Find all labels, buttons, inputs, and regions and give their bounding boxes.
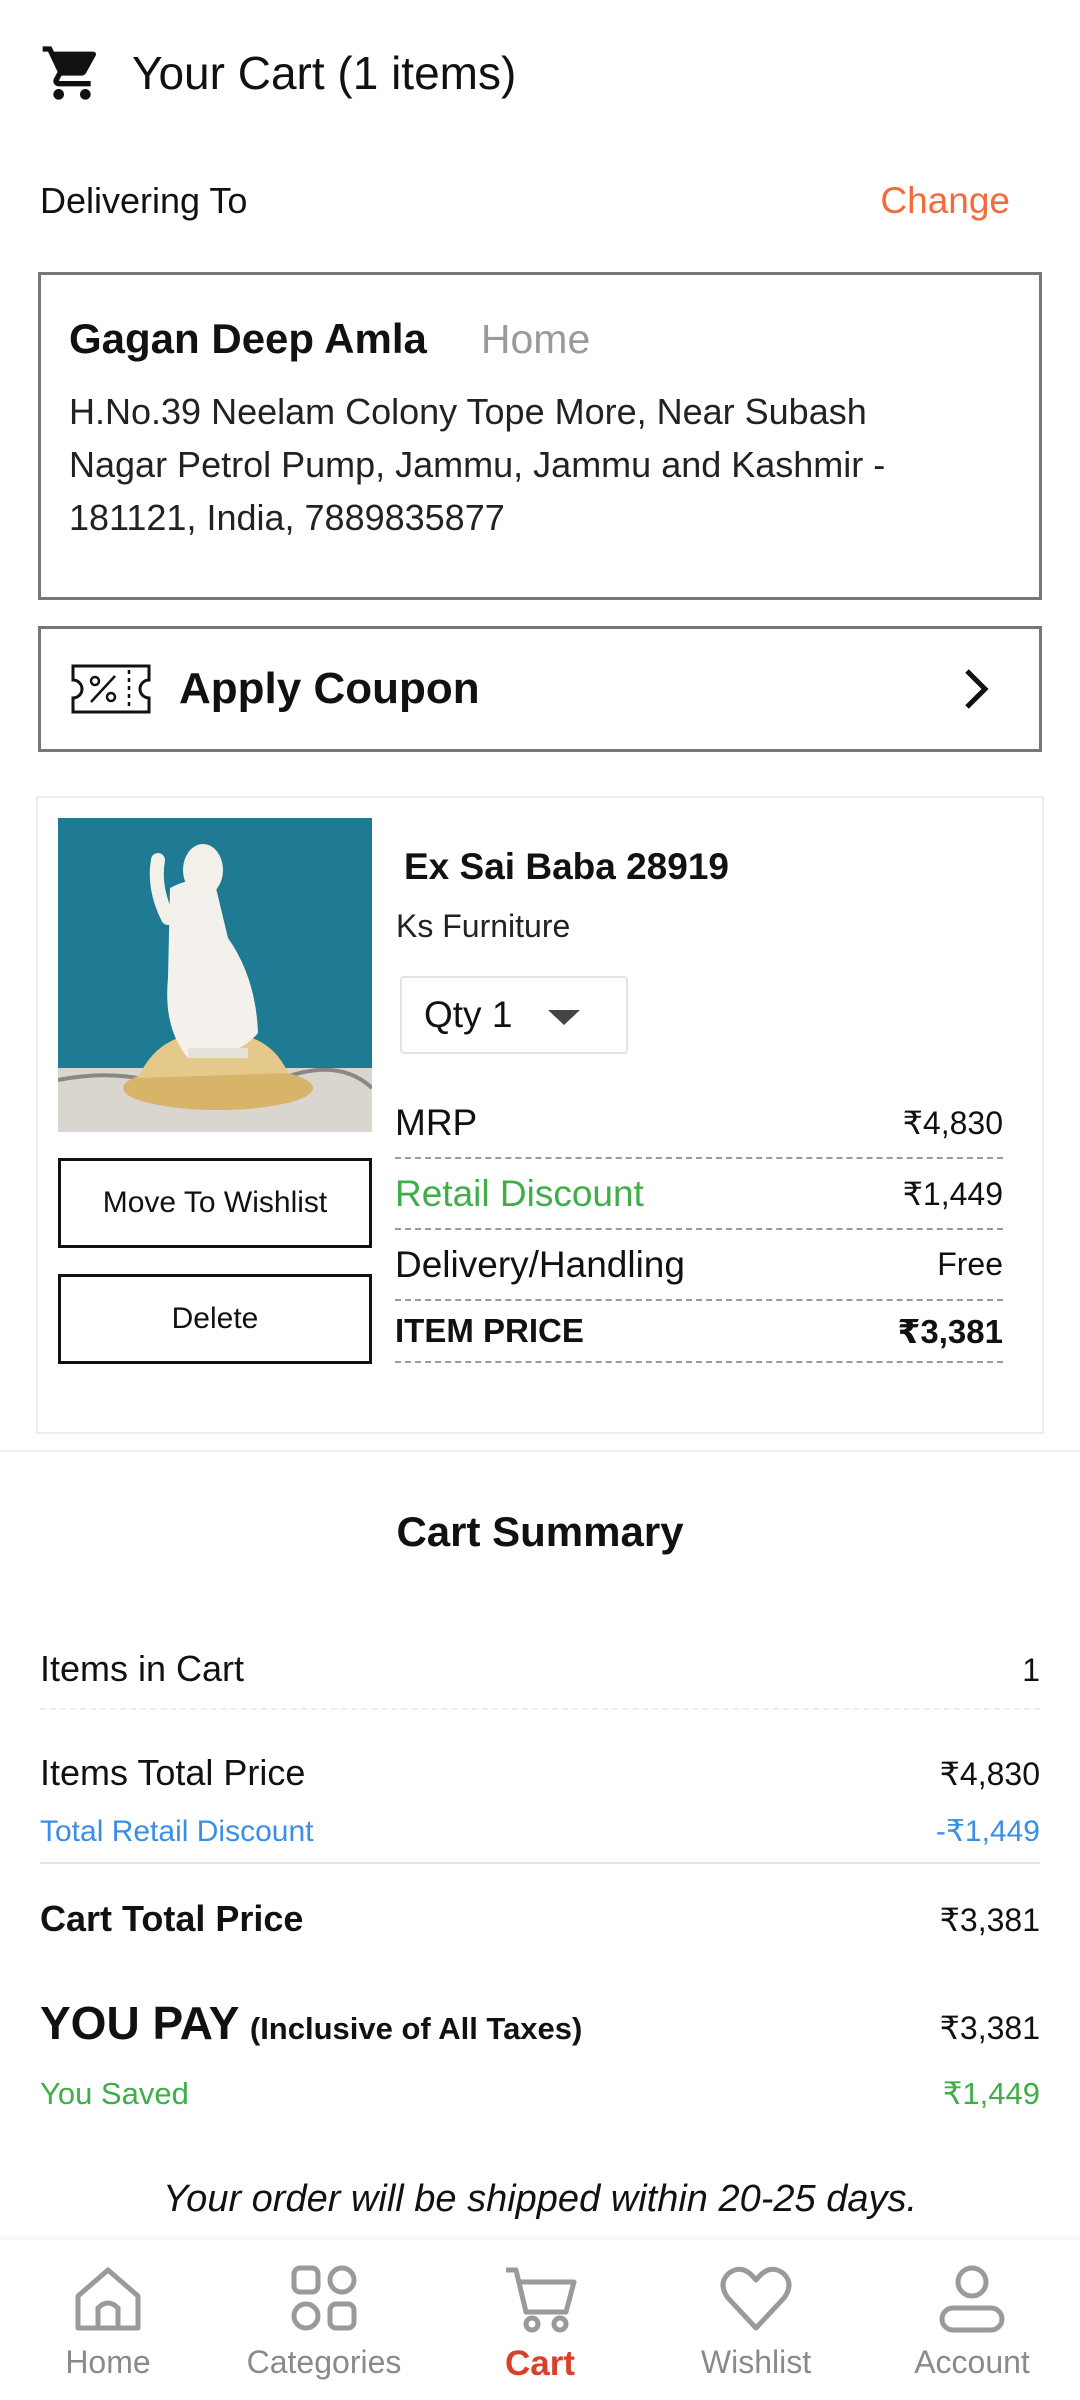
dropdown-caret-icon — [548, 1010, 580, 1025]
nav-home-label: Home — [65, 2344, 151, 2380]
item-price-breakdown: MRP ₹4,830 Retail Discount ₹1,449 Delive… — [395, 1088, 1003, 1363]
section-divider — [0, 1450, 1080, 1452]
home-icon — [75, 2267, 141, 2331]
page-title: Your Cart (1 items) — [132, 46, 517, 99]
mrp-label: MRP — [395, 1101, 478, 1143]
total-retail-discount-label: Total Retail Discount — [40, 1815, 314, 1848]
total-retail-discount-row: Total Retail Discount -₹1,449 — [40, 1814, 1040, 1849]
apply-coupon-button[interactable]: Apply Coupon — [38, 626, 1042, 752]
nav-home[interactable]: Home — [0, 2240, 216, 2400]
heart-icon — [720, 2266, 792, 2331]
item-name[interactable]: Ex Sai Baba 28919 — [404, 846, 729, 888]
delivering-to-row: Delivering To Change — [40, 180, 1010, 222]
items-in-cart-label: Items in Cart — [40, 1648, 245, 1689]
chevron-right-icon — [965, 669, 989, 709]
quantity-dropdown[interactable]: Qty 1 — [400, 976, 628, 1054]
retail-discount-row: Retail Discount ₹1,449 — [395, 1159, 1003, 1230]
cart-total-value: ₹3,381 — [939, 1902, 1040, 1938]
cart-item-card: Move To Wishlist Delete Ex Sai Baba 2891… — [36, 796, 1044, 1434]
nav-wishlist-label: Wishlist — [700, 2344, 812, 2380]
you-saved-row: You Saved ₹1,449 — [40, 2076, 1040, 2112]
you-pay-value: ₹3,381 — [939, 2010, 1040, 2046]
you-pay-label: YOU PAY — [40, 1997, 240, 2049]
you-saved-label: You Saved — [40, 2076, 189, 2111]
items-in-cart-value: 1 — [1022, 1652, 1040, 1688]
summary-divider — [40, 1708, 1040, 1710]
items-in-cart-row: Items in Cart 1 — [40, 1648, 1040, 1690]
sai-baba-statue-image — [58, 818, 372, 1132]
delivery-handling-label: Delivery/Handling — [395, 1243, 685, 1285]
you-saved-value: ₹1,449 — [942, 2076, 1040, 2111]
summary-divider — [40, 1862, 1040, 1864]
nav-categories[interactable]: Categories — [216, 2240, 432, 2400]
cart-total-row: Cart Total Price ₹3,381 — [40, 1898, 1040, 1940]
account-icon — [939, 2265, 1005, 2333]
retail-discount-label: Retail Discount — [395, 1172, 644, 1214]
coupon-icon — [71, 664, 151, 714]
bottom-navigation: Home Categories Cart Wishlist Account — [0, 2240, 1080, 2400]
nav-account[interactable]: Account — [864, 2240, 1080, 2400]
cart-icon — [42, 45, 97, 100]
nav-cart[interactable]: Cart — [432, 2240, 648, 2400]
product-image[interactable] — [58, 818, 372, 1132]
cart-summary-title: Cart Summary — [396, 1508, 684, 1555]
item-price-value: ₹3,381 — [897, 1312, 1003, 1350]
address-type-tag: Home — [480, 316, 591, 362]
item-price-row: ITEM PRICE ₹3,381 — [395, 1301, 1003, 1363]
total-retail-discount-value: -₹1,449 — [935, 1815, 1040, 1848]
mrp-row: MRP ₹4,830 — [395, 1088, 1003, 1159]
items-total-label: Items Total Price — [40, 1752, 306, 1793]
seller-name: Ks Furniture — [396, 908, 571, 944]
mrp-value: ₹4,830 — [902, 1104, 1003, 1141]
change-address-link[interactable]: Change — [880, 180, 1010, 222]
cart-header: Your Cart (1 items) — [0, 0, 1080, 145]
cart-total-label: Cart Total Price — [40, 1898, 304, 1939]
address-name-row: Gagan Deep Amla Home — [69, 315, 1011, 363]
quantity-label: Qty 1 — [424, 994, 513, 1035]
retail-discount-value: ₹1,449 — [902, 1175, 1003, 1212]
nav-wishlist[interactable]: Wishlist — [648, 2240, 864, 2400]
item-price-label: ITEM PRICE — [395, 1312, 584, 1349]
delete-button[interactable]: Delete — [58, 1274, 372, 1364]
move-to-wishlist-button[interactable]: Move To Wishlist — [58, 1158, 372, 1248]
address-line-1: H.No.39 Neelam Colony Tope More, Near Su… — [69, 391, 867, 432]
shipping-note: Your order will be shipped within 20-25 … — [162, 2178, 918, 2220]
delivering-to-label: Delivering To — [40, 180, 248, 221]
address-line-2: Nagar Petrol Pump, Jammu, Jammu and Kash… — [69, 444, 886, 485]
address-text: H.No.39 Neelam Colony Tope More, Near Su… — [69, 385, 1011, 544]
delivery-handling-row: Delivery/Handling Free — [395, 1230, 1003, 1301]
items-total-value: ₹4,830 — [939, 1756, 1040, 1792]
you-pay-label-group: YOU PAY (Inclusive of All Taxes) — [40, 1996, 582, 2050]
nav-cart-label: Cart — [504, 2344, 576, 2383]
you-pay-row: YOU PAY (Inclusive of All Taxes) ₹3,381 — [40, 1996, 1040, 2050]
cart-icon — [506, 2267, 577, 2333]
categories-icon — [291, 2265, 357, 2331]
address-line-3: 181121, India, 7889835877 — [69, 497, 505, 538]
recipient-name: Gagan Deep Amla — [69, 315, 427, 362]
address-card: Gagan Deep Amla Home H.No.39 Neelam Colo… — [38, 272, 1042, 600]
items-total-row: Items Total Price ₹4,830 — [40, 1752, 1040, 1794]
apply-coupon-label: Apply Coupon — [179, 664, 480, 713]
inclusive-taxes-note: (Inclusive of All Taxes) — [249, 2011, 583, 2046]
nav-categories-label: Categories — [246, 2344, 402, 2380]
nav-account-label: Account — [914, 2344, 1030, 2380]
delivery-handling-value: Free — [937, 1246, 1003, 1282]
